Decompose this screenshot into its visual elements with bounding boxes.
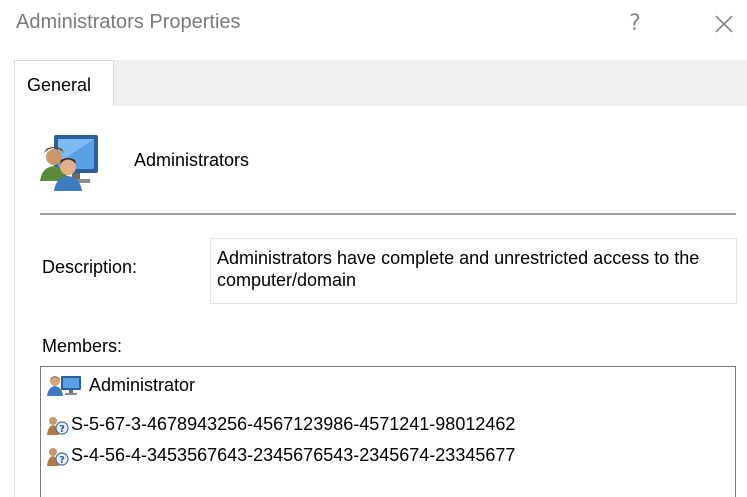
svg-text:?: ? xyxy=(59,424,65,435)
description-label: Description: xyxy=(42,257,138,277)
unknown-account-icon: ? xyxy=(47,417,69,435)
tab-general[interactable]: General xyxy=(14,60,114,106)
close-icon xyxy=(715,15,733,33)
tab-strip: General xyxy=(14,60,747,106)
member-name: Administrator xyxy=(89,375,196,395)
group-name: Administrators xyxy=(134,150,250,170)
help-button[interactable]: ? xyxy=(620,6,650,42)
member-name: S-4-56-4-3453567643-2345676543-2345674-2… xyxy=(71,445,516,465)
window-title: Administrators Properties xyxy=(16,11,241,33)
close-button[interactable] xyxy=(706,6,742,42)
local-user-icon xyxy=(47,376,81,396)
members-list[interactable]: Administrator ? S-5-67-3-4678943256-4567… xyxy=(40,366,736,497)
svg-text:?: ? xyxy=(59,455,65,466)
unknown-account-icon: ? xyxy=(47,448,69,466)
description-field[interactable]: Administrators have complete and unrestr… xyxy=(210,238,737,304)
member-name: S-5-67-3-4678943256-4567123986-4571241-9… xyxy=(71,414,516,434)
members-label: Members: xyxy=(42,336,123,356)
title-bar: Administrators Properties ? xyxy=(0,0,747,50)
user-group-icon xyxy=(40,133,100,191)
divider xyxy=(40,213,736,215)
